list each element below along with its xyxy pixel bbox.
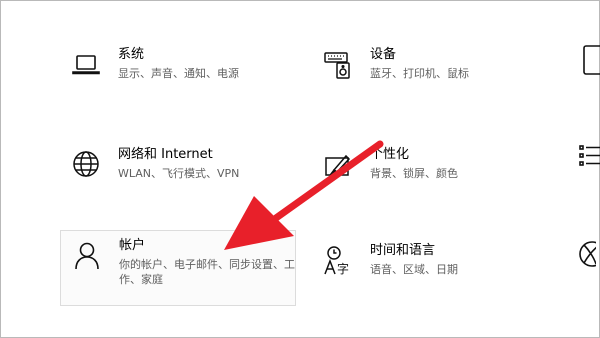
paint-brush-icon — [322, 148, 354, 180]
tile-description: 语音、区域、日期 — [370, 263, 458, 276]
tile-description: 背景、锁屏、颜色 — [370, 167, 458, 180]
tile-description: 你的帐户、电子邮件、同步设置、工作、家庭 — [119, 258, 295, 286]
keyboard-speaker-icon — [322, 48, 354, 80]
tile-title: 时间和语言 — [370, 243, 436, 258]
tile-title: 个性化 — [370, 147, 410, 162]
globe-icon — [70, 148, 102, 180]
tile-description: 显示、声音、通知、电源 — [118, 67, 239, 80]
tile-description: 蓝牙、打印机、鼠标 — [370, 67, 469, 80]
tile-accounts[interactable]: 帐户 你的帐户、电子邮件、同步设置、工作、家庭 — [60, 230, 296, 306]
xbox-icon-partial — [572, 236, 596, 272]
tile-personalization[interactable]: 个性化 背景、锁屏、颜色 — [312, 140, 548, 216]
tile-time-language[interactable]: 字 时间和语言 语音、区域、日期 — [312, 236, 548, 312]
tile-network[interactable]: 网络和 Internet WLAN、飞行模式、VPN — [60, 140, 296, 216]
tile-title: 设备 — [370, 47, 397, 62]
tile-title: 系统 — [118, 47, 145, 62]
tile-system[interactable]: 系统 显示、声音、通知、电源 — [60, 40, 296, 116]
tile-title: 网络和 Internet — [118, 147, 213, 162]
person-icon — [71, 239, 103, 271]
apps-list-icon-partial — [578, 140, 600, 176]
laptop-icon — [70, 48, 102, 80]
phone-icon-partial — [578, 42, 600, 78]
tile-devices[interactable]: 设备 蓝牙、打印机、鼠标 — [312, 40, 548, 116]
time-language-icon: 字 — [322, 244, 354, 276]
svg-text:字: 字 — [337, 261, 349, 276]
tile-title: 帐户 — [119, 238, 146, 253]
tile-description: WLAN、飞行模式、VPN — [118, 167, 240, 180]
